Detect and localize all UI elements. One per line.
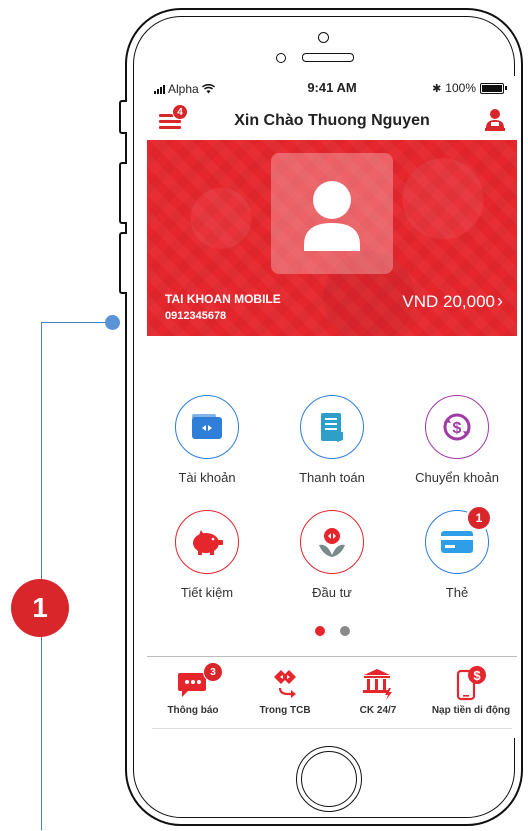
home-button-ring [301, 751, 357, 807]
user-avatar-icon [304, 181, 360, 251]
grid-item-label: Đầu tư [312, 585, 352, 600]
grid-item-label: Thẻ [445, 585, 469, 600]
grid-item-thanh-toan[interactable]: Thanh toán [272, 395, 392, 485]
page-indicator [147, 626, 517, 636]
battery-percent: 100% [445, 81, 476, 95]
grid-item-label: Chuyển khoản [415, 470, 499, 485]
app-header: 4 Xin Chào Thuong Nguyen [147, 100, 517, 140]
front-camera [318, 32, 329, 43]
nav-icon-wrap: $ [425, 665, 517, 701]
grid-icon-circle [300, 510, 364, 574]
app-screen: Alpha 9:41 AM ✱ 100% 4 Xin Chào Thuong N… [147, 76, 517, 738]
grid-icon-circle [175, 395, 239, 459]
account-banner[interactable]: TAI KHOAN MOBILE 0912345678 VND 20,000 › [147, 140, 517, 336]
nav-label: CK 24/7 [359, 705, 397, 716]
status-right: ✱ 100% [432, 81, 507, 95]
grid-item-label: Tài khoản [178, 470, 236, 485]
volume-down-button [119, 232, 127, 294]
account-number: 0912345678 [165, 310, 227, 322]
grid-icon-circle [175, 510, 239, 574]
bill-icon [321, 413, 343, 442]
nav-icon-wrap [332, 665, 424, 701]
nav-label: Trong TCB [259, 705, 311, 716]
battery-tip [505, 86, 507, 90]
grid-item-chuyen-khoan[interactable]: $ Chuyển khoản [397, 395, 517, 485]
earpiece-speaker [302, 53, 354, 62]
grid-item-tiet-kiem[interactable]: Tiết kiệm [147, 510, 267, 600]
proximity-sensor [276, 53, 286, 63]
card-icon [441, 531, 473, 553]
grid-item-tai-khoan[interactable]: Tài khoản [147, 395, 267, 485]
page-dot[interactable] [339, 626, 350, 636]
greeting-title: Xin Chào Thuong Nguyen [234, 112, 430, 129]
grid-item-label: Tiết kiệm [180, 585, 234, 600]
card-badge: 1 [466, 505, 492, 531]
svg-text:$: $ [473, 668, 481, 683]
nav-icon-wrap [239, 665, 331, 701]
mobile-topup-icon: $ [456, 666, 486, 701]
grid-icon-circle: 1 [425, 505, 492, 574]
transfer-icon: $ [443, 413, 471, 441]
piggy-bank-icon [193, 530, 223, 555]
svg-text:$: $ [453, 420, 462, 437]
nav-item-ck-247[interactable]: CK 24/7 [332, 665, 424, 716]
notification-badge: 3 [203, 662, 223, 682]
grid-item-label: Thanh toán [299, 470, 365, 485]
chevron-right-icon: › [497, 291, 503, 311]
nav-icon-wrap: 3 [147, 662, 239, 701]
callout-dot [105, 315, 120, 330]
nav-item-thong-bao[interactable]: 3 Thông báo [147, 662, 239, 716]
account-balance-value: VND 20,000 [402, 292, 495, 311]
bottom-navigation: 3 Thông báo Trong TCB CK 24/7 $ Nạp tiền… [147, 656, 517, 729]
grid-item-dau-tu[interactable]: Đầu tư [272, 510, 392, 600]
bluetooth-icon: ✱ [432, 82, 442, 95]
status-bar: Alpha 9:41 AM ✱ 100% [147, 76, 517, 98]
volume-up-button [119, 162, 127, 224]
account-name: TAI KHOAN MOBILE [165, 292, 281, 306]
battery-icon [480, 82, 504, 94]
grid-icon-circle: $ [425, 395, 489, 459]
profile-icon[interactable] [485, 108, 505, 132]
mute-switch [119, 100, 127, 134]
avatar[interactable] [271, 153, 393, 274]
account-balance[interactable]: VND 20,000 › [402, 291, 503, 312]
callout-number-badge: 1 [11, 579, 69, 637]
nav-label: Thông báo [167, 705, 219, 716]
callout-line-horizontal [41, 322, 113, 323]
nav-label: Nạp tiền di động [431, 705, 511, 716]
nav-item-trong-tcb[interactable]: Trong TCB [239, 665, 331, 716]
bank-transfer-icon [363, 669, 392, 700]
page-dot-active[interactable] [314, 626, 325, 636]
callout-line-vertical [41, 322, 42, 830]
grid-item-the[interactable]: 1 Thẻ [397, 505, 517, 600]
bottom-divider [152, 728, 512, 729]
investment-icon [319, 528, 345, 557]
internal-transfer-icon [274, 670, 296, 698]
grid-icon-circle [300, 395, 364, 459]
nav-item-nap-tien[interactable]: $ Nạp tiền di động [425, 665, 517, 716]
wallet-icon [192, 414, 222, 439]
